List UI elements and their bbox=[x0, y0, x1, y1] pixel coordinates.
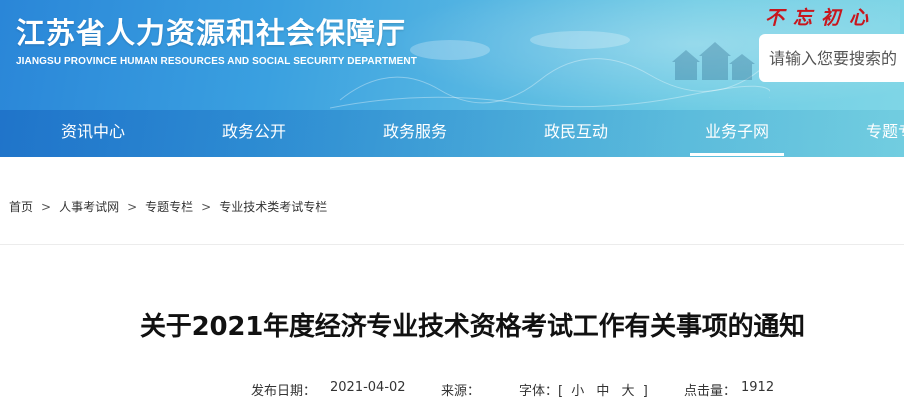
font-size-medium-button[interactable]: 中 bbox=[596, 384, 609, 399]
font-size-small-button[interactable]: 小 bbox=[571, 384, 584, 399]
search-box bbox=[759, 34, 904, 82]
slogan-text: 不忘初心 bbox=[765, 7, 878, 29]
breadcrumb-exam-site[interactable]: 人事考试网 bbox=[59, 200, 119, 214]
font-size-bracket: ] bbox=[642, 384, 648, 399]
publish-date-label: 发布日期： bbox=[251, 384, 317, 399]
font-size-control: 字体：[ 小 中 大 ] bbox=[519, 380, 648, 399]
breadcrumb-separator: > bbox=[41, 200, 52, 214]
hits-label: 点击量： bbox=[684, 384, 737, 399]
font-size-large-button[interactable]: 大 bbox=[622, 384, 635, 399]
search-input[interactable] bbox=[759, 34, 904, 82]
nav-item-special-topics[interactable]: 专题专栏 bbox=[843, 110, 904, 157]
breadcrumb-separator: > bbox=[127, 200, 138, 214]
breadcrumb-special-topics[interactable]: 专题专栏 bbox=[145, 200, 193, 214]
site-header: 江苏省人力资源和社会保障厅 JIANGSU PROVINCE HUMAN RES… bbox=[0, 0, 904, 157]
content-divider bbox=[0, 244, 904, 245]
hits-value: 1912 bbox=[741, 380, 775, 395]
breadcrumb-tech-exam-column[interactable]: 专业技术类考试专栏 bbox=[219, 200, 327, 214]
nav-item-interaction[interactable]: 政民互动 bbox=[521, 110, 631, 157]
font-size-label: 字体：[ bbox=[519, 384, 564, 399]
site-title: 江苏省人力资源和社会保障厅 bbox=[16, 16, 407, 50]
breadcrumb-separator: > bbox=[201, 200, 212, 214]
nav-item-gov-affairs[interactable]: 政务公开 bbox=[199, 110, 309, 157]
nav-item-news[interactable]: 资讯中心 bbox=[38, 110, 148, 157]
nav-item-business-subsite[interactable]: 业务子网 bbox=[682, 110, 792, 157]
breadcrumb: 首页 > 人事考试网 > 专题专栏 > 专业技术类考试专栏 bbox=[9, 198, 327, 215]
publish-date-value: 2021-04-02 bbox=[330, 380, 406, 395]
nav-item-gov-services[interactable]: 政务服务 bbox=[360, 110, 470, 157]
site-subtitle: JIANGSU PROVINCE HUMAN RESOURCES AND SOC… bbox=[16, 56, 417, 67]
main-nav: 资讯中心 政务公开 政务服务 政民互动 业务子网 专题专栏 bbox=[0, 110, 904, 157]
source-label: 来源： bbox=[441, 384, 481, 399]
breadcrumb-home[interactable]: 首页 bbox=[9, 200, 33, 214]
article-title: 关于2021年度经济专业技术资格考试工作有关事项的通知 bbox=[140, 312, 805, 342]
